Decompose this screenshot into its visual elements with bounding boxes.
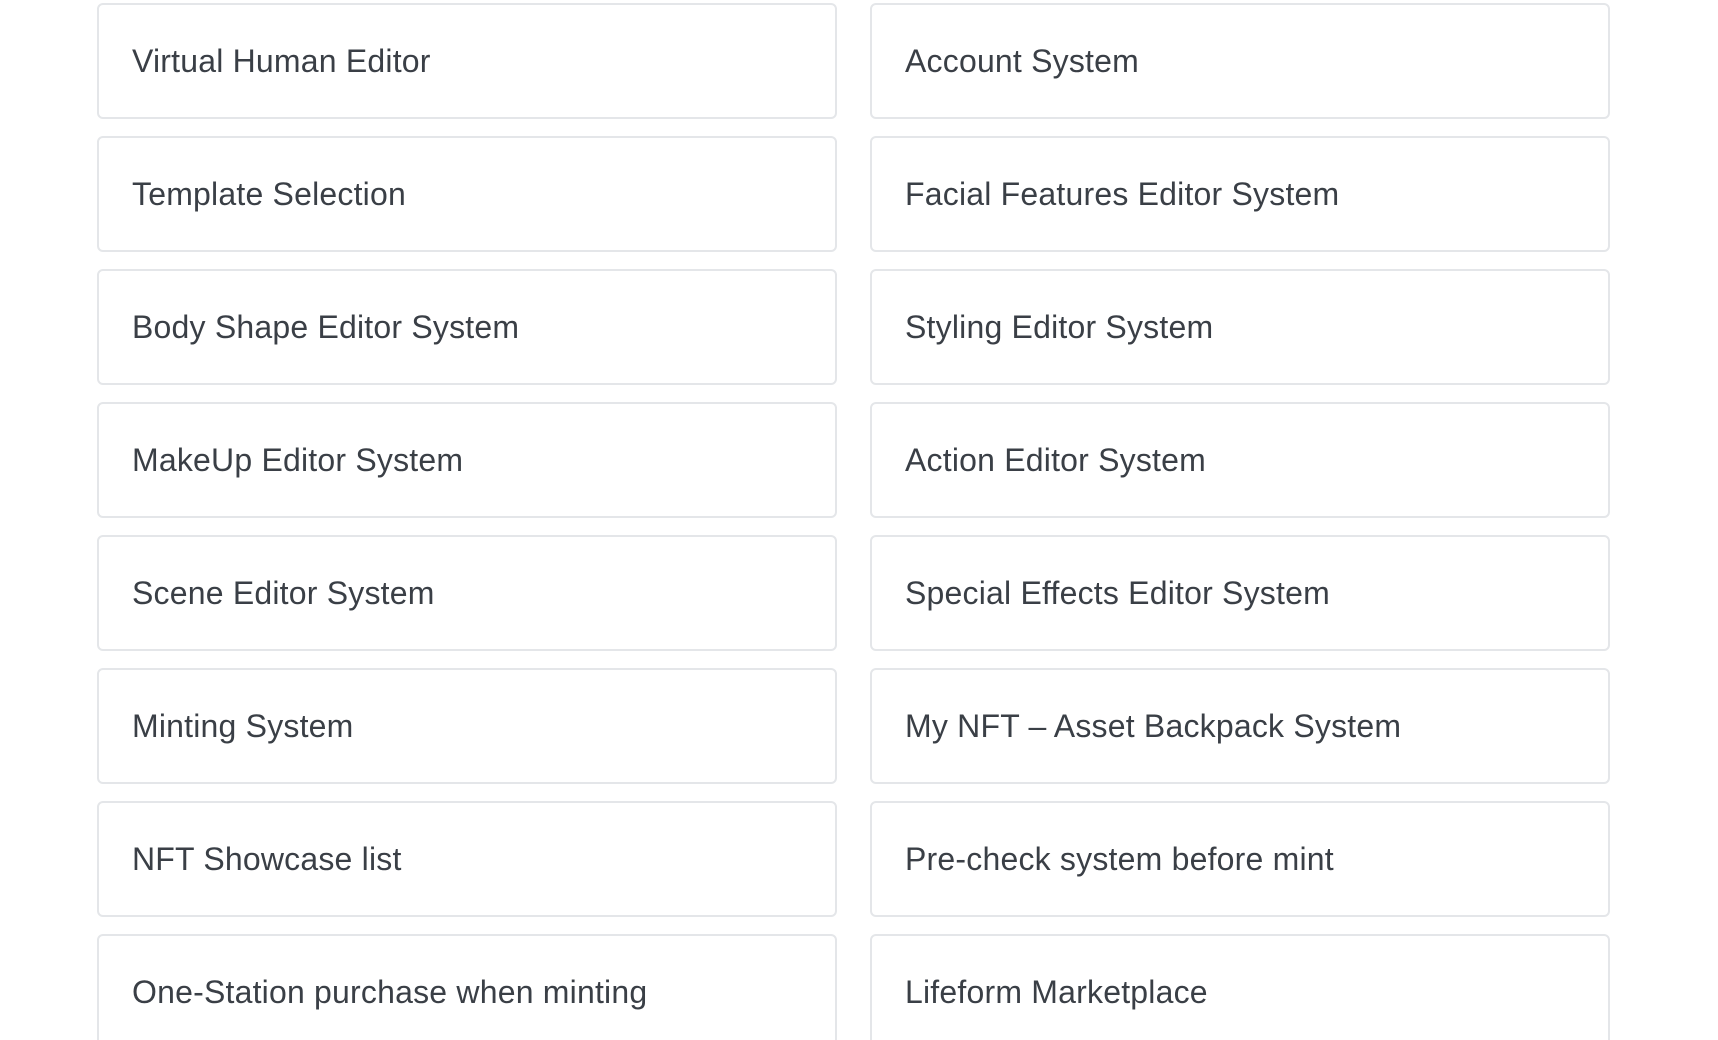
feature-card-pre-check-system[interactable]: Pre-check system before mint (870, 801, 1610, 917)
feature-card-label: One-Station purchase when minting (132, 973, 648, 1010)
feature-card-label: My NFT – Asset Backpack System (905, 707, 1402, 744)
feature-card-label: NFT Showcase list (132, 840, 402, 877)
feature-card-nft-showcase[interactable]: NFT Showcase list (97, 801, 837, 917)
feature-card-facial-features-editor[interactable]: Facial Features Editor System (870, 136, 1610, 252)
feature-card-minting-system[interactable]: Minting System (97, 668, 837, 784)
feature-card-label: Template Selection (132, 175, 406, 212)
feature-grid: Virtual Human Editor Account System Temp… (97, 3, 1610, 1040)
feature-card-label: Facial Features Editor System (905, 175, 1340, 212)
feature-card-lifeform-marketplace[interactable]: Lifeform Marketplace (870, 934, 1610, 1040)
feature-card-action-editor[interactable]: Action Editor System (870, 402, 1610, 518)
feature-card-label: Lifeform Marketplace (905, 973, 1208, 1010)
feature-card-template-selection[interactable]: Template Selection (97, 136, 837, 252)
feature-card-virtual-human-editor[interactable]: Virtual Human Editor (97, 3, 837, 119)
feature-card-label: Special Effects Editor System (905, 574, 1330, 611)
feature-card-account-system[interactable]: Account System (870, 3, 1610, 119)
feature-card-makeup-editor[interactable]: MakeUp Editor System (97, 402, 837, 518)
feature-card-label: Pre-check system before mint (905, 840, 1334, 877)
feature-card-special-effects-editor[interactable]: Special Effects Editor System (870, 535, 1610, 651)
feature-card-label: Minting System (132, 707, 354, 744)
feature-card-asset-backpack[interactable]: My NFT – Asset Backpack System (870, 668, 1610, 784)
feature-card-label: MakeUp Editor System (132, 441, 464, 478)
feature-card-label: Body Shape Editor System (132, 308, 520, 345)
feature-card-body-shape-editor[interactable]: Body Shape Editor System (97, 269, 837, 385)
feature-card-styling-editor[interactable]: Styling Editor System (870, 269, 1610, 385)
feature-card-label: Styling Editor System (905, 308, 1214, 345)
feature-card-label: Account System (905, 42, 1140, 79)
feature-card-one-station-purchase[interactable]: One-Station purchase when minting (97, 934, 837, 1040)
feature-card-label: Virtual Human Editor (132, 42, 431, 79)
feature-card-label: Action Editor System (905, 441, 1206, 478)
feature-list-page: Virtual Human Editor Account System Temp… (0, 0, 1718, 1040)
feature-card-label: Scene Editor System (132, 574, 435, 611)
feature-card-scene-editor[interactable]: Scene Editor System (97, 535, 837, 651)
